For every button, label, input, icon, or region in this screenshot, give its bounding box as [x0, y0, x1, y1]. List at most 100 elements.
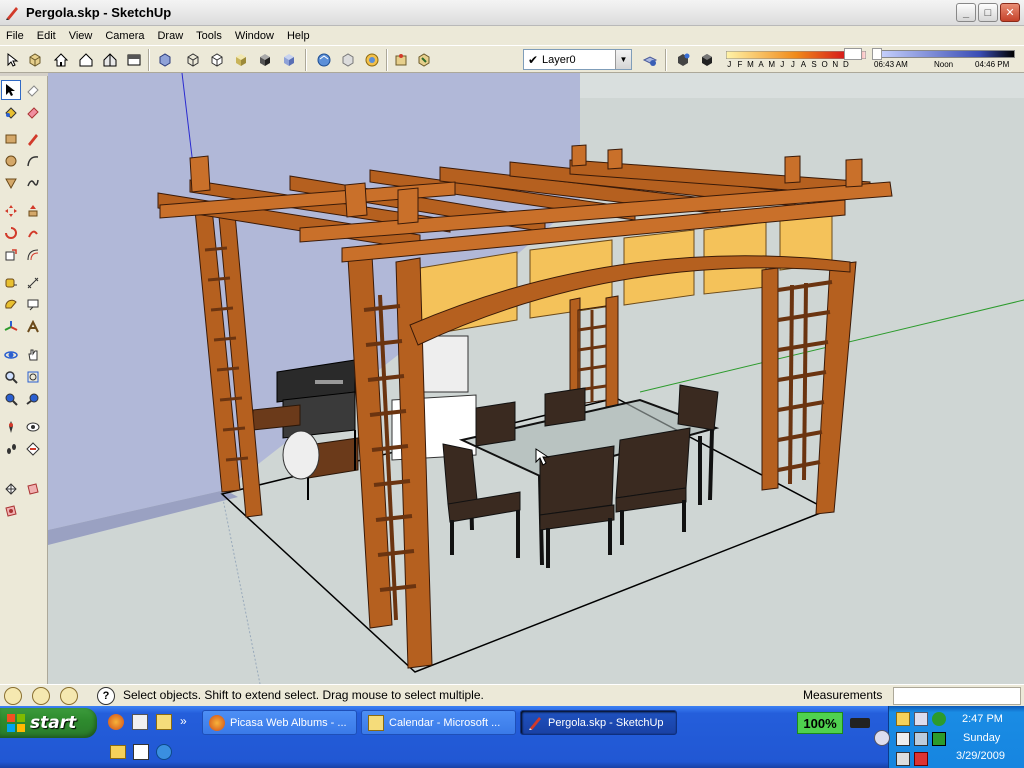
menu-view[interactable]: View — [63, 30, 100, 42]
axes-icon[interactable] — [1, 317, 21, 337]
internet-explorer-icon[interactable] — [156, 744, 172, 760]
menu-help[interactable]: Help — [281, 30, 317, 42]
desktop-icon[interactable] — [133, 744, 149, 760]
get-models-icon[interactable] — [314, 50, 333, 69]
select-arrow-icon[interactable] — [1, 80, 21, 100]
layer-manager-icon[interactable] — [640, 50, 659, 69]
pan-icon[interactable] — [23, 345, 43, 365]
layer-dropdown[interactable]: ✔ Layer0 ▼ — [523, 49, 632, 70]
close-button[interactable]: ✕ — [1000, 3, 1020, 22]
3d-text-icon[interactable] — [23, 317, 43, 337]
date-slider-thumb[interactable] — [844, 48, 862, 60]
help-icon[interactable]: ? — [97, 687, 115, 705]
battery-indicator[interactable]: 100% — [797, 712, 843, 734]
follow-me-icon[interactable] — [23, 223, 43, 243]
look-around-icon[interactable] — [23, 417, 43, 437]
share-component-icon[interactable] — [362, 50, 381, 69]
menu-tools[interactable]: Tools — [190, 30, 229, 42]
time-slider-thumb[interactable] — [872, 48, 882, 60]
rectangle-icon[interactable] — [1, 129, 21, 149]
previous-view-icon[interactable] — [23, 389, 43, 409]
menu-edit[interactable]: Edit — [31, 30, 63, 42]
show-hidden-icons[interactable] — [874, 730, 890, 746]
position-camera-icon[interactable] — [1, 417, 21, 437]
right-view-icon[interactable] — [100, 50, 119, 69]
firefox-icon[interactable] — [108, 714, 124, 730]
task-calendar[interactable]: Calendar - Microsoft ... — [361, 710, 516, 735]
make-component-icon[interactable] — [25, 50, 44, 69]
walk-icon[interactable] — [1, 439, 21, 459]
sign-in-icon[interactable] — [60, 687, 78, 705]
maximize-button[interactable]: □ — [978, 3, 998, 22]
menu-camera[interactable]: Camera — [99, 30, 151, 42]
select-tool-icon[interactable] — [3, 50, 22, 69]
textured-icon[interactable] — [255, 50, 274, 69]
tray-check-icon[interactable] — [932, 712, 946, 726]
zoom-window-icon[interactable] — [23, 367, 43, 387]
home-view-icon[interactable] — [51, 50, 70, 69]
notepad-icon[interactable] — [132, 714, 148, 730]
protractor-icon[interactable] — [1, 295, 21, 315]
top-view-icon[interactable] — [124, 50, 143, 69]
component-options-icon[interactable] — [391, 50, 410, 69]
orbit-icon[interactable] — [1, 345, 21, 365]
sandbox-from-contours-icon[interactable] — [1, 479, 21, 499]
menu-draw[interactable]: Draw — [151, 30, 190, 42]
start-button[interactable]: start — [0, 708, 97, 738]
scale-icon[interactable] — [1, 245, 21, 265]
hidden-line-icon[interactable] — [207, 50, 226, 69]
task-sketchup[interactable]: Pergola.skp - SketchUp — [520, 710, 677, 735]
tray-lan-icon[interactable] — [914, 732, 928, 746]
chevron-down-icon[interactable]: ▼ — [615, 50, 631, 69]
text-icon[interactable] — [23, 295, 43, 315]
tray-app-icon[interactable] — [932, 732, 946, 746]
shaded-icon[interactable] — [231, 50, 250, 69]
component-attributes-icon[interactable] — [414, 50, 433, 69]
rotate-icon[interactable] — [1, 223, 21, 243]
menu-window[interactable]: Window — [229, 30, 281, 42]
time-slider[interactable] — [875, 50, 1015, 58]
eraser-icon[interactable] — [23, 80, 43, 100]
expand-launch-icon[interactable]: » — [180, 714, 192, 730]
front-view-icon[interactable] — [76, 50, 95, 69]
zoom-icon[interactable] — [1, 367, 21, 387]
credits-icon[interactable] — [32, 687, 50, 705]
eraser-pink-icon[interactable] — [23, 102, 43, 122]
tray-security-icon[interactable] — [914, 752, 928, 766]
shadow-settings-icon[interactable] — [673, 50, 692, 69]
picasa-icon[interactable] — [156, 714, 172, 730]
display-shadows-icon[interactable] — [697, 50, 716, 69]
move-icon[interactable] — [1, 201, 21, 221]
tray-display-icon[interactable] — [896, 732, 910, 746]
tray-shield-icon[interactable] — [896, 752, 910, 766]
arc-icon[interactable] — [23, 151, 43, 171]
tray-mail-icon[interactable] — [896, 712, 910, 726]
section-plane-icon[interactable] — [23, 439, 43, 459]
smoove-icon[interactable] — [1, 501, 21, 521]
clock-time[interactable]: 2:47 PM — [962, 713, 1003, 725]
task-picasa[interactable]: Picasa Web Albums - ... — [202, 710, 357, 735]
circle-icon[interactable] — [1, 151, 21, 171]
sandbox-from-scratch-icon[interactable] — [23, 479, 43, 499]
offset-icon[interactable] — [23, 245, 43, 265]
polygon-icon[interactable] — [1, 173, 21, 193]
tray-network-icon[interactable] — [914, 712, 928, 726]
geolocation-icon[interactable] — [4, 687, 22, 705]
push-pull-icon[interactable] — [23, 201, 43, 221]
wireframe-icon[interactable] — [183, 50, 202, 69]
folder-icon[interactable] — [110, 745, 126, 759]
tape-measure-icon[interactable] — [1, 273, 21, 293]
freehand-icon[interactable] — [23, 173, 43, 193]
minimize-button[interactable]: _ — [956, 3, 976, 22]
measurements-field[interactable] — [893, 687, 1021, 705]
share-model-icon[interactable] — [338, 50, 357, 69]
zoom-extents-icon[interactable] — [1, 389, 21, 409]
pencil-icon[interactable] — [23, 129, 43, 149]
menu-file[interactable]: File — [0, 30, 31, 42]
paint-bucket-icon[interactable] — [1, 102, 21, 122]
monochrome-icon[interactable] — [279, 50, 298, 69]
model-viewport[interactable] — [48, 73, 1024, 684]
month-labels: J F M A M J J A S O N D — [724, 60, 851, 69]
xray-icon[interactable] — [155, 50, 174, 69]
dimension-icon[interactable] — [23, 273, 43, 293]
